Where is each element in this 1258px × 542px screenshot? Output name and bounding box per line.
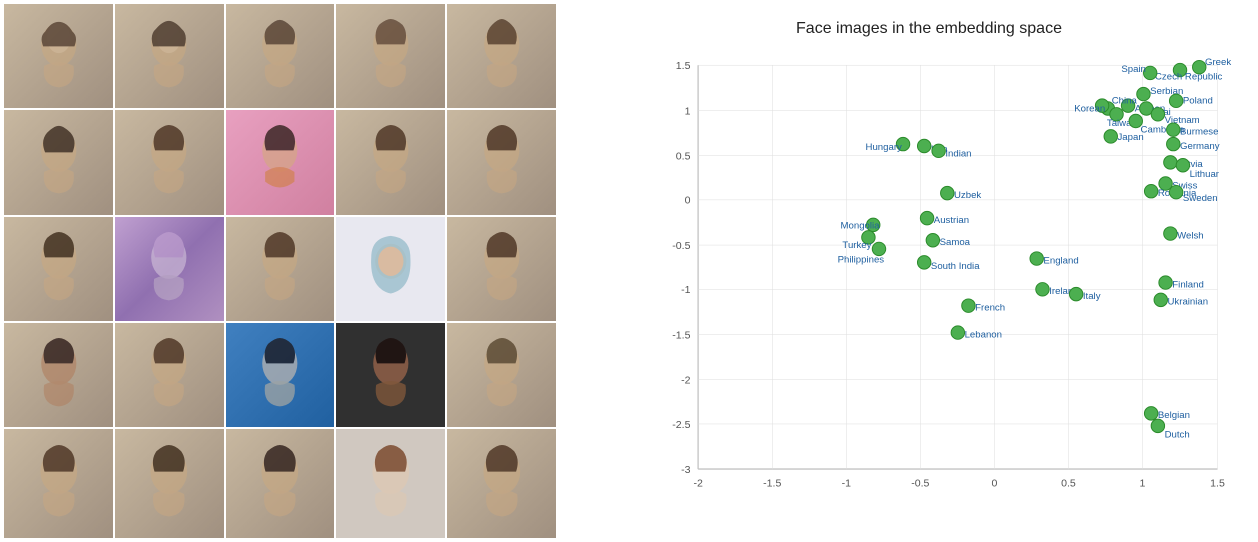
svg-text:-2.5: -2.5 bbox=[672, 419, 690, 431]
svg-text:-0.5: -0.5 bbox=[672, 240, 690, 252]
svg-text:Germany: Germany bbox=[1180, 141, 1220, 152]
grid-cell-5 bbox=[447, 4, 556, 108]
grid-cell-6 bbox=[4, 110, 113, 214]
grid-cell-15 bbox=[447, 217, 556, 321]
grid-cell-20 bbox=[447, 323, 556, 427]
scatter-plot: Face images in the embedding space bbox=[560, 0, 1258, 542]
svg-text:0.5: 0.5 bbox=[1061, 477, 1076, 489]
grid-cell-17 bbox=[115, 323, 224, 427]
svg-text:Mongolia: Mongolia bbox=[841, 221, 881, 232]
chart-svg: -2 -1.5 -1 -0.5 0 0.5 1 1.5 1.5 1 0.5 0 … bbox=[610, 46, 1248, 498]
grid-cell-2 bbox=[115, 4, 224, 108]
svg-text:-1.5: -1.5 bbox=[672, 329, 690, 341]
grid-cell-10 bbox=[447, 110, 556, 214]
grid-cell-19 bbox=[336, 323, 445, 427]
svg-text:-1.5: -1.5 bbox=[763, 477, 781, 489]
svg-text:1: 1 bbox=[1140, 477, 1146, 489]
svg-text:Czech Republic: Czech Republic bbox=[1155, 72, 1222, 83]
svg-text:Uzbek: Uzbek bbox=[954, 190, 981, 201]
grid-cell-14 bbox=[336, 217, 445, 321]
svg-text:Belgian: Belgian bbox=[1158, 410, 1190, 421]
svg-text:Sweden: Sweden bbox=[1183, 193, 1218, 204]
svg-text:-0.5: -0.5 bbox=[911, 477, 929, 489]
svg-text:-3: -3 bbox=[681, 464, 691, 476]
svg-text:-2: -2 bbox=[693, 477, 703, 489]
svg-text:Italy: Italy bbox=[1083, 291, 1101, 302]
chart-area: -2 -1.5 -1 -0.5 0 0.5 1 1.5 1.5 1 0.5 0 … bbox=[610, 46, 1248, 498]
grid-cell-25 bbox=[447, 429, 556, 538]
svg-text:Japan: Japan bbox=[1117, 132, 1143, 143]
svg-text:Burmese: Burmese bbox=[1180, 126, 1218, 137]
grid-cell-23 bbox=[226, 429, 335, 538]
svg-text:Korean: Korean bbox=[1074, 103, 1105, 114]
grid-cell-22 bbox=[115, 429, 224, 538]
svg-text:0: 0 bbox=[685, 195, 691, 207]
svg-text:Spain: Spain bbox=[1121, 64, 1146, 75]
grid-cell-16 bbox=[4, 323, 113, 427]
grid-cell-11 bbox=[4, 217, 113, 321]
svg-text:Indian: Indian bbox=[945, 149, 971, 160]
svg-text:-1: -1 bbox=[842, 477, 852, 489]
svg-text:Finland: Finland bbox=[1172, 279, 1204, 290]
svg-text:Samoa: Samoa bbox=[940, 237, 971, 248]
svg-text:Turkey: Turkey bbox=[842, 240, 871, 251]
svg-text:Dutch: Dutch bbox=[1165, 429, 1190, 440]
svg-text:0: 0 bbox=[991, 477, 997, 489]
svg-text:China: China bbox=[1112, 96, 1138, 107]
svg-text:1.5: 1.5 bbox=[676, 60, 691, 72]
image-grid bbox=[0, 0, 560, 542]
svg-text:Lithuar: Lithuar bbox=[1190, 169, 1220, 180]
svg-text:Welsh: Welsh bbox=[1177, 230, 1204, 241]
grid-cell-9 bbox=[336, 110, 445, 214]
chart-title: Face images in the embedding space bbox=[610, 20, 1248, 38]
grid-cell-13 bbox=[226, 217, 335, 321]
svg-text:Poland: Poland bbox=[1183, 96, 1213, 107]
grid-cell-4 bbox=[336, 4, 445, 108]
svg-text:0.5: 0.5 bbox=[676, 150, 691, 162]
svg-text:Austrian: Austrian bbox=[934, 215, 969, 226]
grid-cell-18 bbox=[226, 323, 335, 427]
svg-text:South India: South India bbox=[931, 261, 980, 272]
svg-text:-1: -1 bbox=[681, 284, 691, 296]
grid-cell-3 bbox=[226, 4, 335, 108]
grid-cell-7 bbox=[115, 110, 224, 214]
svg-text:1: 1 bbox=[685, 105, 691, 117]
grid-cell-1 bbox=[4, 4, 113, 108]
grid-cell-12 bbox=[115, 217, 224, 321]
svg-text:Lebanon: Lebanon bbox=[965, 329, 1002, 340]
svg-text:-2: -2 bbox=[681, 375, 691, 387]
svg-text:Greek: Greek bbox=[1205, 57, 1231, 68]
svg-text:French: French bbox=[975, 302, 1005, 313]
svg-text:England: England bbox=[1043, 255, 1078, 266]
svg-text:1.5: 1.5 bbox=[1210, 477, 1225, 489]
grid-cell-8 bbox=[226, 110, 335, 214]
grid-cell-24 bbox=[336, 429, 445, 538]
svg-text:Ukrainian: Ukrainian bbox=[1168, 297, 1209, 308]
svg-text:Hungary: Hungary bbox=[866, 142, 903, 153]
svg-text:Philippines: Philippines bbox=[838, 254, 885, 265]
grid-cell-21 bbox=[4, 429, 113, 538]
